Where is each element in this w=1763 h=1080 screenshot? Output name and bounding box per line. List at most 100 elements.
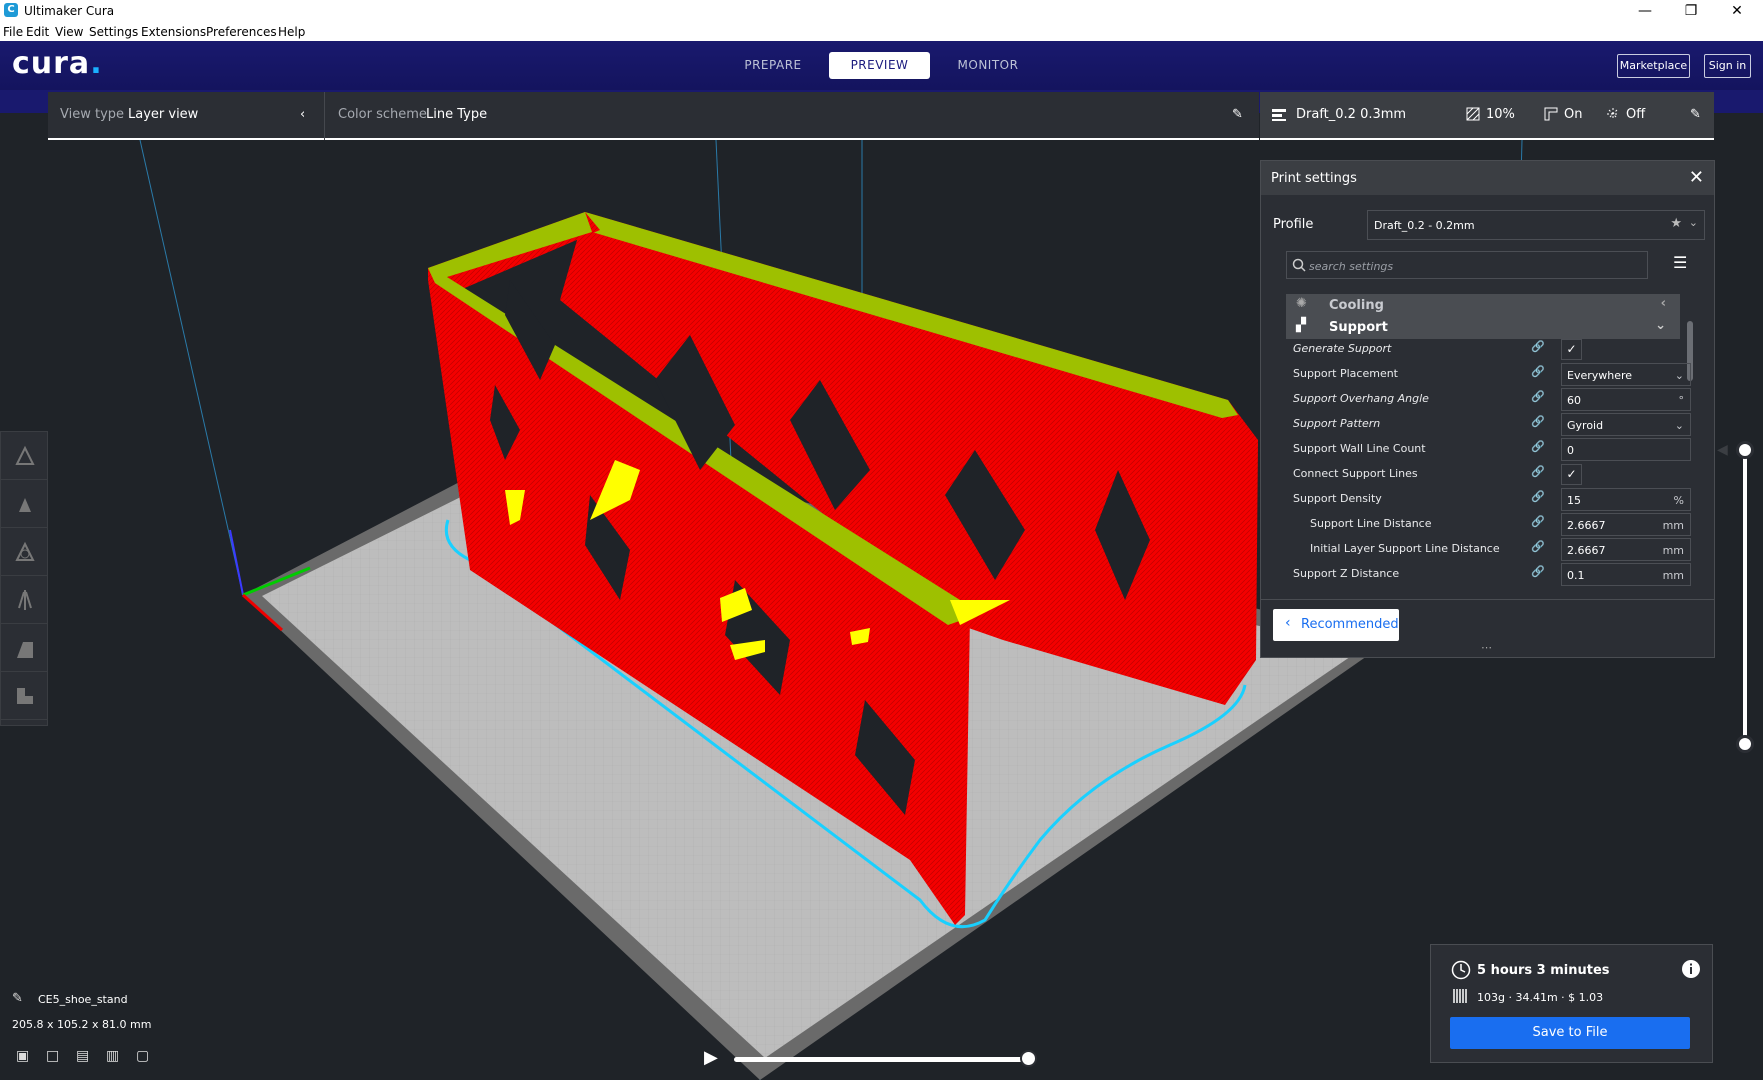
move-tool-icon[interactable] [1, 432, 48, 480]
setting-label: Support Overhang Angle [1293, 392, 1429, 405]
scale-tool-icon[interactable] [1, 480, 48, 528]
pencil-icon[interactable]: ✎ [1232, 107, 1243, 122]
setting-row: Support Placement 🔗 Everywhere ⌄ [1293, 362, 1691, 387]
close-window-button[interactable]: ✕ [1714, 0, 1760, 22]
menu-file[interactable]: File [3, 25, 23, 39]
tab-prepare[interactable]: PREPARE [730, 52, 816, 79]
setting-row: Connect Support Lines 🔗 ✓ [1293, 462, 1673, 487]
setting-input[interactable]: 0 [1561, 438, 1691, 461]
restore-button[interactable]: ❐ [1668, 0, 1714, 22]
setting-checkbox[interactable]: ✓ [1561, 464, 1582, 485]
chevron-down-icon: ⌄ [1688, 216, 1698, 229]
link-icon[interactable]: 🔗 [1531, 440, 1545, 453]
setting-label: Support Pattern [1293, 417, 1381, 430]
setting-label: Support Wall Line Count [1293, 442, 1426, 455]
print-setup-bar[interactable]: Draft_0.2 0.3mm 10% On Off ✎ [1260, 92, 1714, 140]
print-time: 5 hours 3 minutes [1477, 963, 1610, 978]
setting-input[interactable]: 2.6667 mm [1561, 513, 1691, 536]
marketplace-button[interactable]: Marketplace [1617, 54, 1690, 78]
chevron-left-icon[interactable]: ‹ [300, 107, 305, 122]
info-icon[interactable] [1681, 959, 1701, 979]
setting-value: 2.6667 [1567, 519, 1606, 532]
star-icon[interactable]: ★ [1670, 216, 1682, 231]
setting-input[interactable]: 2.6667 mm [1561, 538, 1691, 561]
setting-value: 0 [1567, 444, 1574, 457]
view-type-dropdown[interactable]: Layer view [128, 107, 198, 122]
front-view-icon[interactable]: □ [46, 1048, 59, 1064]
chevron-down-icon: ⌄ [1674, 419, 1684, 432]
search-input[interactable]: search settings [1286, 251, 1648, 279]
path-slider[interactable] [734, 1057, 1030, 1062]
window-titlebar: C Ultimaker Cura — ❐ ✕ [0, 0, 1763, 22]
per-model-settings-icon[interactable] [1, 624, 48, 672]
layer-slider-bottom-handle[interactable] [1736, 735, 1754, 753]
layer-slider[interactable] [1743, 450, 1747, 744]
setting-label: Initial Layer Support Line Distance [1310, 542, 1500, 555]
setting-label: Generate Support [1293, 342, 1392, 355]
setting-dropdown[interactable]: Everywhere ⌄ [1561, 363, 1691, 386]
object-name: CE5_shoe_stand [38, 993, 128, 1006]
resize-handle[interactable]: ⋯ [1481, 641, 1492, 654]
link-icon[interactable]: 🔗 [1531, 340, 1545, 353]
tab-preview[interactable]: PREVIEW [829, 52, 930, 79]
left-view-icon[interactable]: ▥ [106, 1048, 119, 1064]
menu-extensions[interactable]: Extensions [141, 25, 206, 39]
sign-in-button[interactable]: Sign in [1704, 54, 1751, 78]
material-estimate: 103g · 34.41m · $ 1.03 [1477, 991, 1604, 1004]
category-cooling[interactable]: ✺ Cooling ‹ [1286, 294, 1680, 317]
color-scheme-dropdown[interactable]: Line Type [426, 107, 487, 122]
play-icon[interactable]: ▶ [704, 1047, 718, 1068]
object-dimensions: 205.8 x 105.2 x 81.0 mm [12, 1018, 152, 1031]
setting-input[interactable]: 0.1 mm [1561, 563, 1691, 586]
setting-label: Connect Support Lines [1293, 467, 1418, 480]
link-icon[interactable]: 🔗 [1531, 490, 1545, 503]
spool-icon [1453, 989, 1467, 1003]
setting-value: Everywhere [1567, 369, 1633, 382]
menu-help[interactable]: Help [278, 25, 305, 39]
z-axis [229, 529, 244, 596]
recommended-button[interactable]: ‹ Recommended [1273, 609, 1399, 641]
right-view-icon[interactable]: ▢ [136, 1048, 149, 1064]
3d-view-icon[interactable]: ▣ [16, 1048, 29, 1064]
layer-slider-top-handle[interactable] [1736, 441, 1754, 459]
profile-label: Profile [1273, 217, 1314, 232]
settings-menu-icon[interactable]: ☰ [1673, 253, 1687, 272]
link-icon[interactable]: 🔗 [1531, 565, 1545, 578]
adhesion-icon [1607, 108, 1619, 120]
mirror-tool-icon[interactable] [1, 576, 48, 624]
profile-dropdown[interactable]: Draft_0.2 - 0.2mm ★ ⌄ [1367, 210, 1705, 240]
link-icon[interactable]: 🔗 [1531, 415, 1545, 428]
setting-value: Gyroid [1567, 419, 1604, 432]
support-icon [1544, 107, 1558, 121]
menu-view[interactable]: View [55, 25, 83, 39]
setting-label: Support Placement [1293, 367, 1398, 380]
chevron-down-icon: ⌄ [1674, 369, 1684, 382]
support-blocker-icon[interactable] [1, 672, 48, 720]
link-icon[interactable]: 🔗 [1531, 465, 1545, 478]
support-value: On [1564, 107, 1583, 122]
setting-input[interactable]: 15% [1561, 488, 1691, 511]
setting-input[interactable]: 60 ° [1561, 388, 1691, 411]
category-support[interactable]: ▞ Support ⌄ [1286, 316, 1680, 339]
menu-preferences[interactable]: Preferences [206, 25, 277, 39]
link-icon[interactable]: 🔗 [1531, 515, 1545, 528]
link-icon[interactable]: 🔗 [1531, 390, 1545, 403]
tab-monitor[interactable]: MONITOR [945, 52, 1031, 79]
menu-edit[interactable]: Edit [26, 25, 49, 39]
setting-value: 15 [1567, 494, 1581, 507]
setting-dropdown[interactable]: Gyroid ⌄ [1561, 413, 1691, 436]
pencil-icon[interactable]: ✎ [12, 991, 23, 1006]
setting-row: Support Wall Line Count 🔗 0 [1293, 437, 1691, 462]
pencil-icon[interactable]: ✎ [1690, 107, 1701, 122]
setting-value: 2.6667 [1567, 544, 1606, 557]
link-icon[interactable]: 🔗 [1531, 365, 1545, 378]
link-icon[interactable]: 🔗 [1531, 540, 1545, 553]
minimize-button[interactable]: — [1622, 0, 1668, 22]
path-slider-handle[interactable] [1020, 1050, 1037, 1067]
close-icon[interactable]: ✕ [1689, 167, 1704, 188]
setting-checkbox[interactable]: ✓ [1561, 339, 1582, 360]
rotate-tool-icon[interactable] [1, 528, 48, 576]
menu-settings[interactable]: Settings [89, 25, 138, 39]
save-to-file-button[interactable]: Save to File [1450, 1017, 1690, 1049]
top-view-icon[interactable]: ▤ [76, 1048, 89, 1064]
